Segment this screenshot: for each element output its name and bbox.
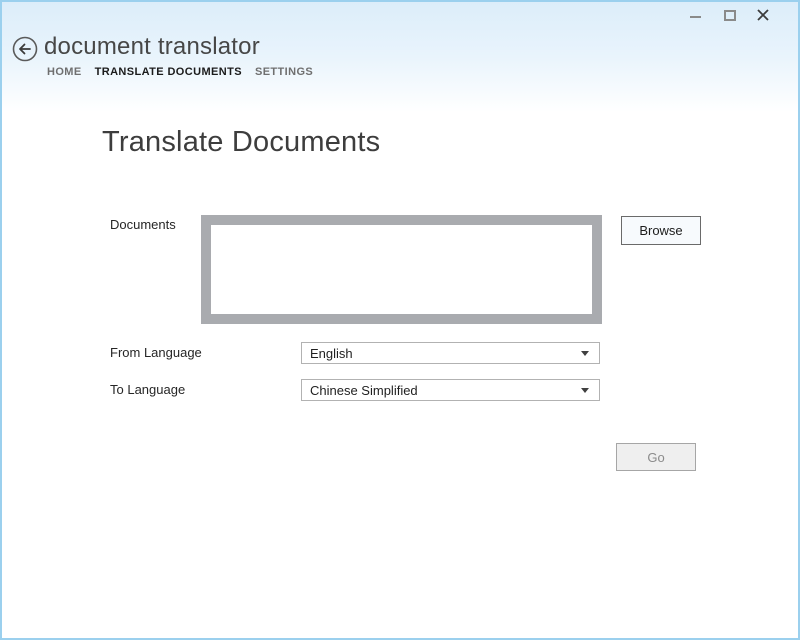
app-window: document translator HOME TRANSLATE DOCUM… [0, 0, 800, 640]
minimize-icon[interactable] [690, 16, 701, 18]
documents-label: Documents [110, 217, 176, 232]
to-language-label: To Language [110, 382, 186, 397]
go-button[interactable]: Go [616, 443, 696, 471]
chevron-down-icon [581, 351, 589, 356]
from-language-label: From Language [110, 345, 202, 360]
window-controls [688, 2, 798, 32]
top-nav: HOME TRANSLATE DOCUMENTS SETTINGS [47, 66, 313, 78]
nav-tab-translate-documents[interactable]: TRANSLATE DOCUMENTS [95, 66, 242, 78]
back-button[interactable] [12, 36, 38, 62]
nav-tab-home[interactable]: HOME [47, 66, 82, 78]
to-language-value: Chinese Simplified [310, 382, 418, 398]
page-title: Translate Documents [102, 126, 381, 158]
close-icon[interactable] [756, 8, 770, 22]
maximize-icon[interactable] [724, 10, 736, 21]
from-language-value: English [310, 345, 353, 361]
chevron-down-icon [581, 388, 589, 393]
documents-listbox[interactable] [201, 215, 602, 324]
to-language-select[interactable]: Chinese Simplified [301, 379, 600, 401]
from-language-select[interactable]: English [301, 342, 600, 364]
back-arrow-icon [12, 36, 38, 62]
nav-tab-settings[interactable]: SETTINGS [255, 66, 313, 78]
browse-button[interactable]: Browse [621, 216, 701, 245]
app-title: document translator [44, 33, 260, 60]
